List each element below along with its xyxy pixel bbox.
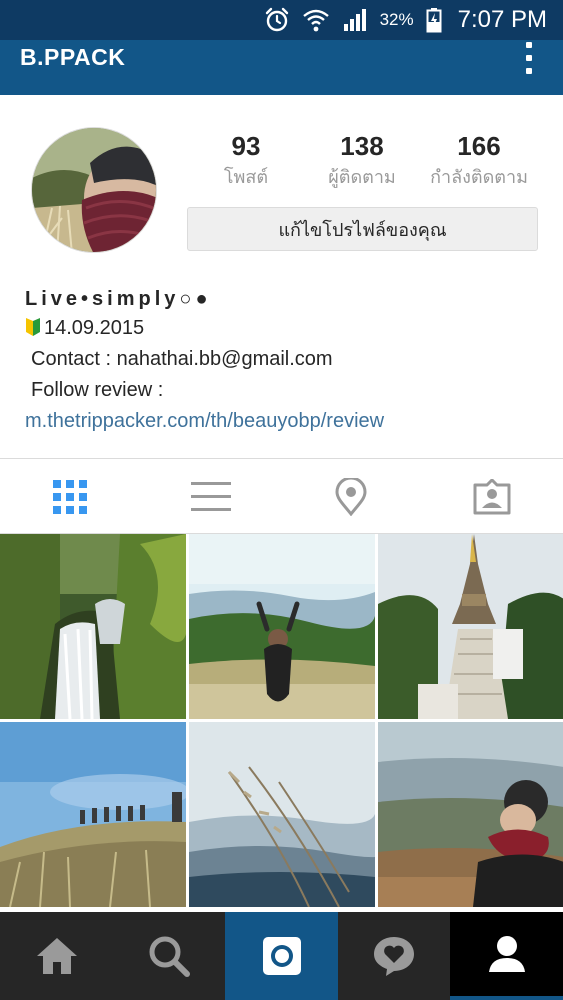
followers-label: ผู้ติดตาม: [328, 167, 396, 188]
heart-bubble-icon: [374, 937, 414, 976]
grid-photo[interactable]: [378, 722, 563, 907]
posts-stat[interactable]: 93 โพสต์: [181, 130, 311, 190]
tab-list-view[interactable]: [141, 459, 281, 535]
photo-grass-mountains: [189, 722, 375, 907]
bio-since: 14.09.2015: [44, 317, 145, 339]
list-icon: [191, 482, 231, 511]
edit-profile-button[interactable]: แก้ไขโปรไฟล์ของคุณ: [187, 207, 538, 251]
battery-charging-icon: [426, 8, 442, 33]
posts-label: โพสต์: [223, 167, 269, 188]
more-vert-icon[interactable]: [523, 40, 535, 80]
photo-woman-valley: [378, 722, 563, 907]
profile-view-tabs: [0, 458, 563, 534]
tab-tagged[interactable]: [422, 459, 562, 535]
following-stat[interactable]: 166 กำลังติดตาม: [414, 130, 544, 190]
location-pin-icon: [335, 478, 367, 516]
home-icon: [36, 938, 77, 974]
tab-grid-view[interactable]: [0, 459, 140, 535]
clock: 7:07 PM: [457, 6, 547, 33]
bio-link[interactable]: m.thetrippacker.com/th/beauyobp/review: [25, 406, 545, 437]
bio: Live•simply○● 14.09.2015 Contact : nahat…: [25, 285, 545, 437]
nav-search[interactable]: [113, 912, 225, 1000]
grid-photo[interactable]: [0, 534, 186, 719]
following-label: กำลังติดตาม: [430, 167, 528, 188]
photo-pagoda: [378, 534, 563, 719]
profile-icon: [488, 936, 525, 972]
grid-icon: [53, 480, 87, 514]
profile-username: B.PPACK: [20, 44, 126, 70]
grid-photo[interactable]: [378, 534, 563, 719]
posts-count: 93: [231, 131, 261, 161]
wifi-icon: [302, 9, 329, 32]
nav-profile[interactable]: [450, 912, 563, 1000]
photo-waterfall: [0, 534, 186, 719]
grid-photo[interactable]: [189, 722, 375, 907]
app-bar: B.PPACK: [0, 40, 563, 95]
nav-activity[interactable]: [338, 912, 450, 1000]
bottom-navigation: [0, 912, 563, 1000]
avatar-photo: [32, 128, 156, 252]
photo-hill-person: [189, 534, 375, 719]
beginner-mark-icon: [26, 318, 40, 336]
bio-since-line: 14.09.2015: [25, 313, 545, 344]
status-icons: 32% 7:07 PM: [264, 6, 547, 34]
tagged-person-icon: [473, 479, 511, 515]
bio-contact: Contact : nahathai.bb@gmail.com: [31, 348, 333, 370]
nav-home[interactable]: [0, 912, 113, 1000]
tab-places[interactable]: [281, 459, 421, 535]
followers-count: 138: [340, 131, 384, 161]
photo-hikers: [0, 722, 186, 907]
nav-camera[interactable]: [225, 912, 338, 1000]
alarm-icon: [265, 7, 288, 32]
camera-icon: [262, 937, 301, 975]
bio-name: Live•simply○●: [25, 288, 212, 310]
grid-photo[interactable]: [0, 722, 186, 907]
search-icon: [149, 936, 190, 977]
photo-grid: [0, 534, 563, 910]
status-bar: 32% 7:07 PM: [0, 0, 563, 40]
battery-percent: 32%: [379, 10, 414, 29]
avatar[interactable]: [31, 127, 157, 253]
following-count: 166: [457, 131, 501, 161]
signal-icon: [343, 9, 366, 31]
grid-photo[interactable]: [189, 534, 375, 719]
followers-stat[interactable]: 138 ผู้ติดตาม: [297, 130, 427, 190]
bio-follow-review: Follow review :: [31, 379, 164, 401]
